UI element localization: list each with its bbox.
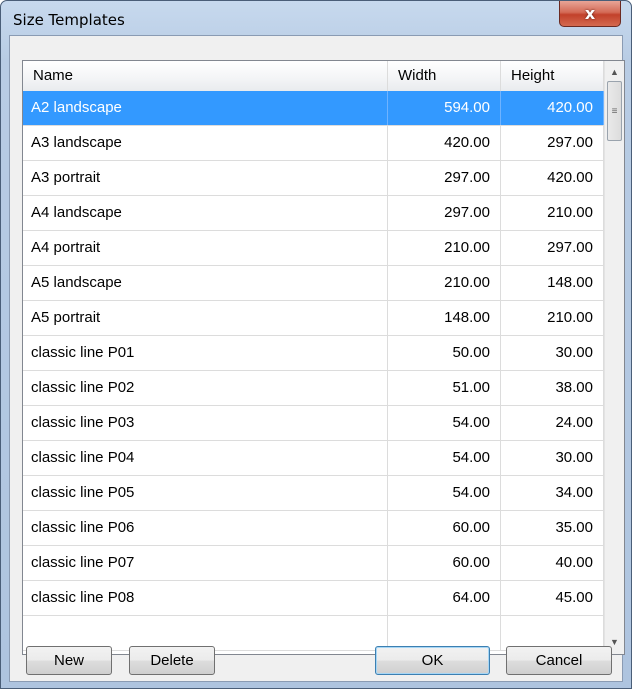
dialog-title: Size Templates [13, 11, 125, 29]
cell-name: classic line P01 [23, 336, 388, 370]
size-templates-dialog: Size Templates x Name Width Height A2 la… [0, 0, 632, 689]
list-rows: A2 landscape 594.00 420.00 A3 landscape 420.… [23, 91, 604, 651]
table-row[interactable]: A3 portrait 297.00 420.00 [23, 161, 604, 196]
table-row[interactable]: classic line P05 54.00 34.00 [23, 476, 604, 511]
cell-name: A5 landscape [23, 266, 388, 300]
scroll-grip-icon: ≡ [611, 105, 618, 117]
scroll-up-arrow-icon[interactable]: ▲ [605, 63, 624, 80]
cell-height: 297.00 [501, 231, 604, 265]
cell-height: 38.00 [501, 371, 604, 405]
cell-name: A4 portrait [23, 231, 388, 265]
new-button[interactable]: New [26, 646, 112, 675]
cell-height: 30.00 [501, 441, 604, 475]
cell-width: 60.00 [388, 511, 501, 545]
cell-width [388, 616, 501, 650]
cell-height: 30.00 [501, 336, 604, 370]
title-bar[interactable]: Size Templates x [1, 1, 631, 35]
cell-height: 297.00 [501, 126, 604, 160]
vertical-scrollbar[interactable]: ▲ ≡ ▼ [604, 61, 624, 654]
size-templates-list[interactable]: Name Width Height A2 landscape 594.00 420.… [22, 60, 625, 655]
table-row[interactable]: A2 landscape 594.00 420.00 [23, 91, 604, 126]
cell-name: classic line P04 [23, 441, 388, 475]
table-row[interactable]: A3 landscape 420.00 297.00 [23, 126, 604, 161]
table-row[interactable]: A5 portrait 148.00 210.00 [23, 301, 604, 336]
cell-width: 594.00 [388, 91, 501, 125]
scroll-thumb[interactable]: ≡ [607, 81, 622, 141]
cell-name: A2 landscape [23, 91, 388, 125]
cell-height: 148.00 [501, 266, 604, 300]
cell-name: classic line P07 [23, 546, 388, 580]
delete-button[interactable]: Delete [129, 646, 215, 675]
cell-height: 210.00 [501, 196, 604, 230]
cell-width: 148.00 [388, 301, 501, 335]
table-row[interactable]: classic line P03 54.00 24.00 [23, 406, 604, 441]
table-row[interactable]: classic line P07 60.00 40.00 [23, 546, 604, 581]
cell-name: A4 landscape [23, 196, 388, 230]
cell-width: 64.00 [388, 581, 501, 615]
cell-height [501, 616, 604, 650]
cell-width: 60.00 [388, 546, 501, 580]
column-header-width[interactable]: Width [388, 61, 501, 91]
cell-height: 34.00 [501, 476, 604, 510]
list-header: Name Width Height [23, 61, 604, 92]
cell-width: 51.00 [388, 371, 501, 405]
cell-width: 420.00 [388, 126, 501, 160]
cell-width: 210.00 [388, 266, 501, 300]
table-row[interactable]: A4 portrait 210.00 297.00 [23, 231, 604, 266]
cell-name: classic line P05 [23, 476, 388, 510]
cell-width: 50.00 [388, 336, 501, 370]
cell-name: classic line P03 [23, 406, 388, 440]
cell-name: A3 portrait [23, 161, 388, 195]
ok-button[interactable]: OK [375, 646, 490, 675]
cell-height: 45.00 [501, 581, 604, 615]
cell-height: 210.00 [501, 301, 604, 335]
cell-width: 297.00 [388, 161, 501, 195]
cell-height: 35.00 [501, 511, 604, 545]
cell-width: 210.00 [388, 231, 501, 265]
dialog-client-area: Name Width Height A2 landscape 594.00 420.… [9, 35, 625, 682]
cell-width: 54.00 [388, 476, 501, 510]
cell-height: 24.00 [501, 406, 604, 440]
cell-width: 54.00 [388, 406, 501, 440]
table-row[interactable]: classic line P02 51.00 38.00 [23, 371, 604, 406]
cell-name: A3 landscape [23, 126, 388, 160]
cell-name [23, 616, 388, 650]
cell-name: A5 portrait [23, 301, 388, 335]
cell-height: 420.00 [501, 91, 604, 125]
column-header-height[interactable]: Height [501, 61, 604, 91]
table-row[interactable]: A5 landscape 210.00 148.00 [23, 266, 604, 301]
cell-name: classic line P06 [23, 511, 388, 545]
cell-width: 54.00 [388, 441, 501, 475]
table-row[interactable]: classic line P01 50.00 30.00 [23, 336, 604, 371]
column-header-name[interactable]: Name [23, 61, 388, 91]
cell-width: 297.00 [388, 196, 501, 230]
cell-height: 40.00 [501, 546, 604, 580]
cancel-button[interactable]: Cancel [506, 646, 612, 675]
cell-height: 420.00 [501, 161, 604, 195]
cell-name: classic line P02 [23, 371, 388, 405]
close-button[interactable]: x [559, 1, 621, 27]
table-row[interactable]: classic line P06 60.00 35.00 [23, 511, 604, 546]
close-icon: x [584, 4, 596, 23]
table-row[interactable]: A4 landscape 297.00 210.00 [23, 196, 604, 231]
table-row[interactable]: classic line P04 54.00 30.00 [23, 441, 604, 476]
table-row[interactable]: classic line P08 64.00 45.00 [23, 581, 604, 616]
cell-name: classic line P08 [23, 581, 388, 615]
